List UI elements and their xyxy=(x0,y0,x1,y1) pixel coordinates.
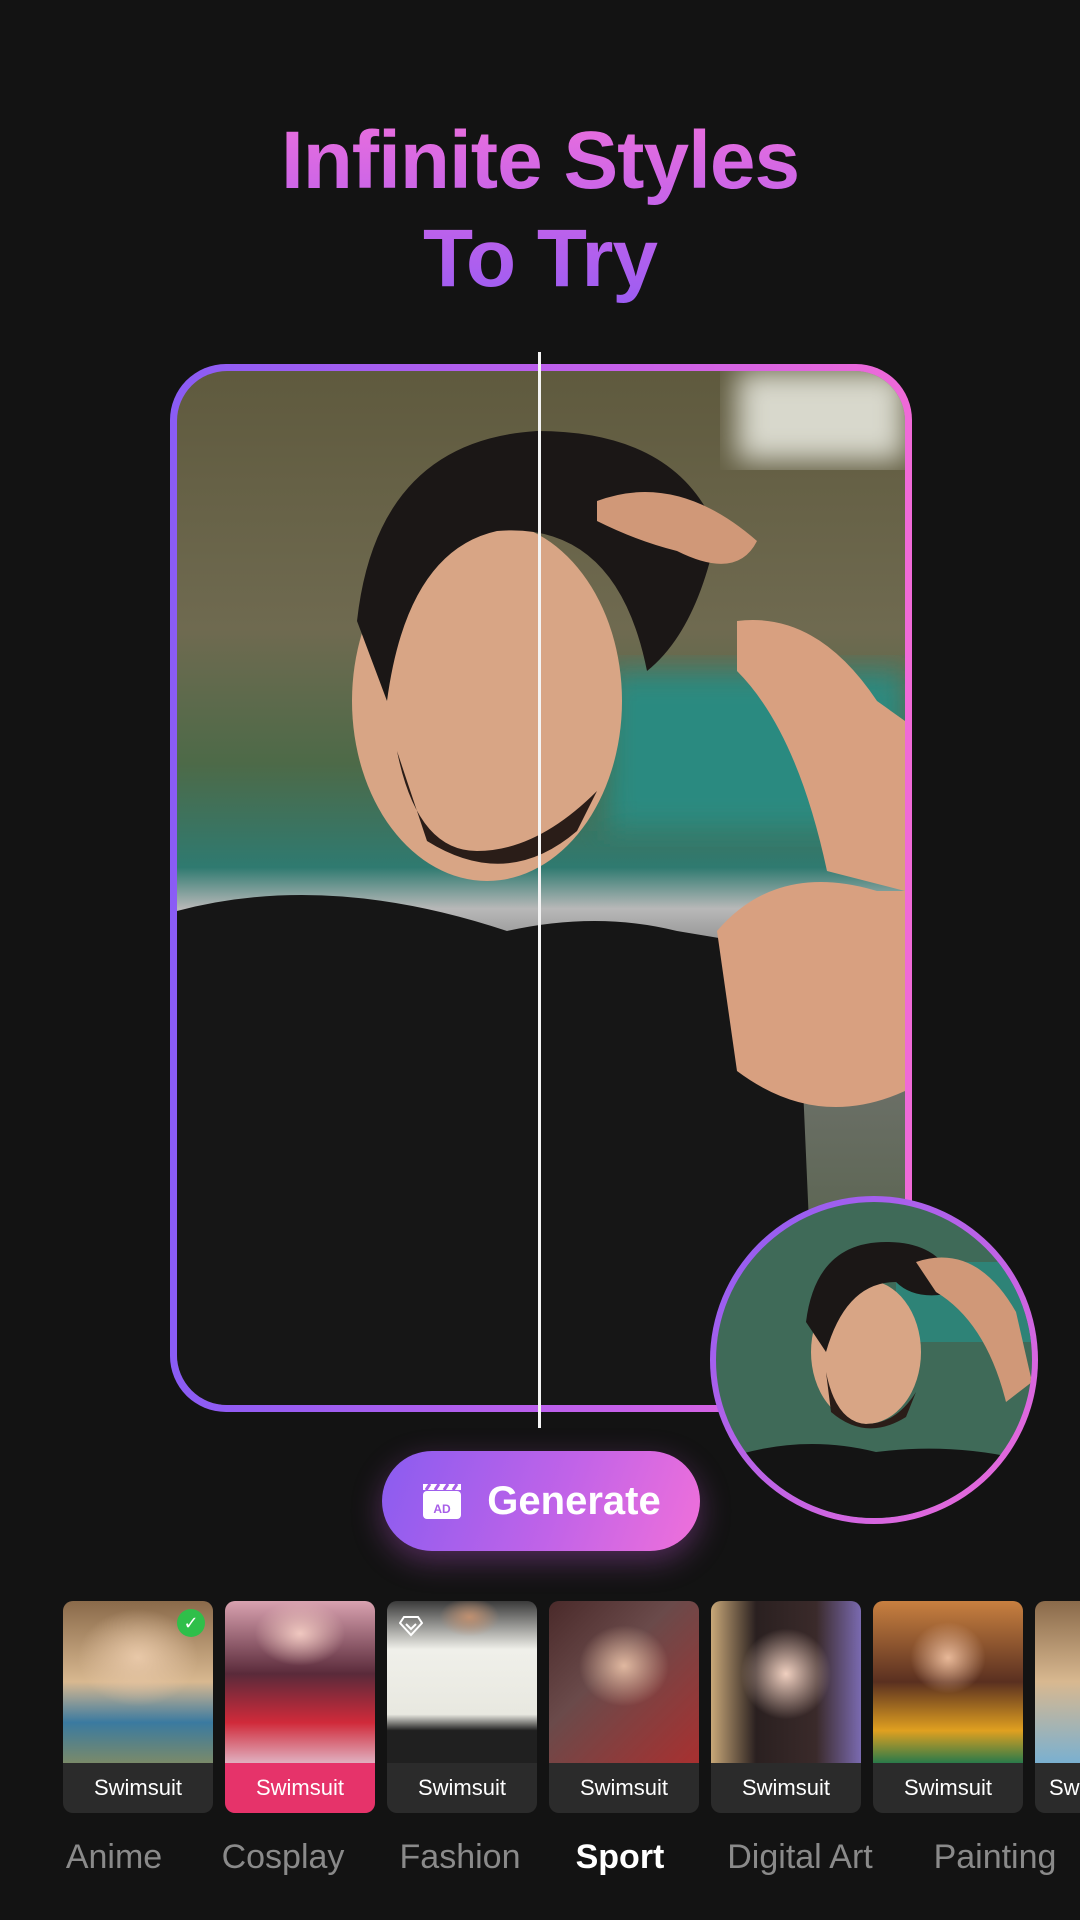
style-tile[interactable]: ✓ Swimsuit xyxy=(63,1601,213,1813)
tab-cosplay[interactable]: Cosplay xyxy=(222,1838,345,1877)
style-tile[interactable]: Swimsuit xyxy=(387,1601,537,1813)
style-tile-selected[interactable]: Swimsuit xyxy=(225,1601,375,1813)
compare-slider-handle[interactable] xyxy=(538,352,541,1428)
generate-button[interactable]: AD Generate xyxy=(382,1451,700,1551)
style-label: Swimsuit xyxy=(741,1775,830,1800)
style-thumbnail xyxy=(1035,1601,1080,1763)
tab-digital-art[interactable]: Digital Art xyxy=(727,1838,873,1877)
style-label: Swimsuit xyxy=(579,1775,668,1800)
style-thumbnail xyxy=(711,1601,861,1763)
style-list: ✓ Swimsuit Swimsuit Swimsuit Swimsuit Sw… xyxy=(63,1601,1080,1813)
ad-clapperboard-icon: AD xyxy=(421,1481,463,1521)
style-tile[interactable]: Swimsuit xyxy=(873,1601,1023,1813)
style-label: Sw xyxy=(1049,1775,1080,1800)
tab-anime[interactable]: Anime xyxy=(66,1838,162,1877)
premium-diamond-icon xyxy=(399,1616,423,1637)
original-photo-thumbnail xyxy=(710,1196,1038,1524)
style-thumbnail xyxy=(549,1601,699,1763)
check-icon: ✓ xyxy=(177,1609,205,1637)
style-label: Swimsuit xyxy=(225,1763,375,1813)
style-tile[interactable]: Swimsuit xyxy=(549,1601,699,1813)
category-tabs: Anime Cosplay Fashion Sport Digital Art … xyxy=(0,1838,1080,1888)
title-line-2: To Try xyxy=(423,213,657,304)
title-line-1: Infinite Styles xyxy=(280,115,800,206)
svg-text:AD: AD xyxy=(434,1502,452,1516)
generate-label: Generate xyxy=(487,1478,661,1523)
style-label: Swimsuit xyxy=(417,1775,506,1800)
style-thumbnail xyxy=(873,1601,1023,1763)
style-tile[interactable]: Sw xyxy=(1035,1601,1080,1813)
tab-sport[interactable]: Sport xyxy=(576,1838,665,1877)
page-title: Infinite Styles To Try xyxy=(0,112,1080,308)
style-thumbnail xyxy=(225,1601,375,1763)
tab-painting[interactable]: Painting xyxy=(934,1838,1057,1877)
style-label: Swimsuit xyxy=(93,1775,182,1800)
style-label: Swimsuit xyxy=(903,1775,992,1800)
style-tile[interactable]: Swimsuit xyxy=(711,1601,861,1813)
tab-fashion[interactable]: Fashion xyxy=(400,1838,521,1877)
